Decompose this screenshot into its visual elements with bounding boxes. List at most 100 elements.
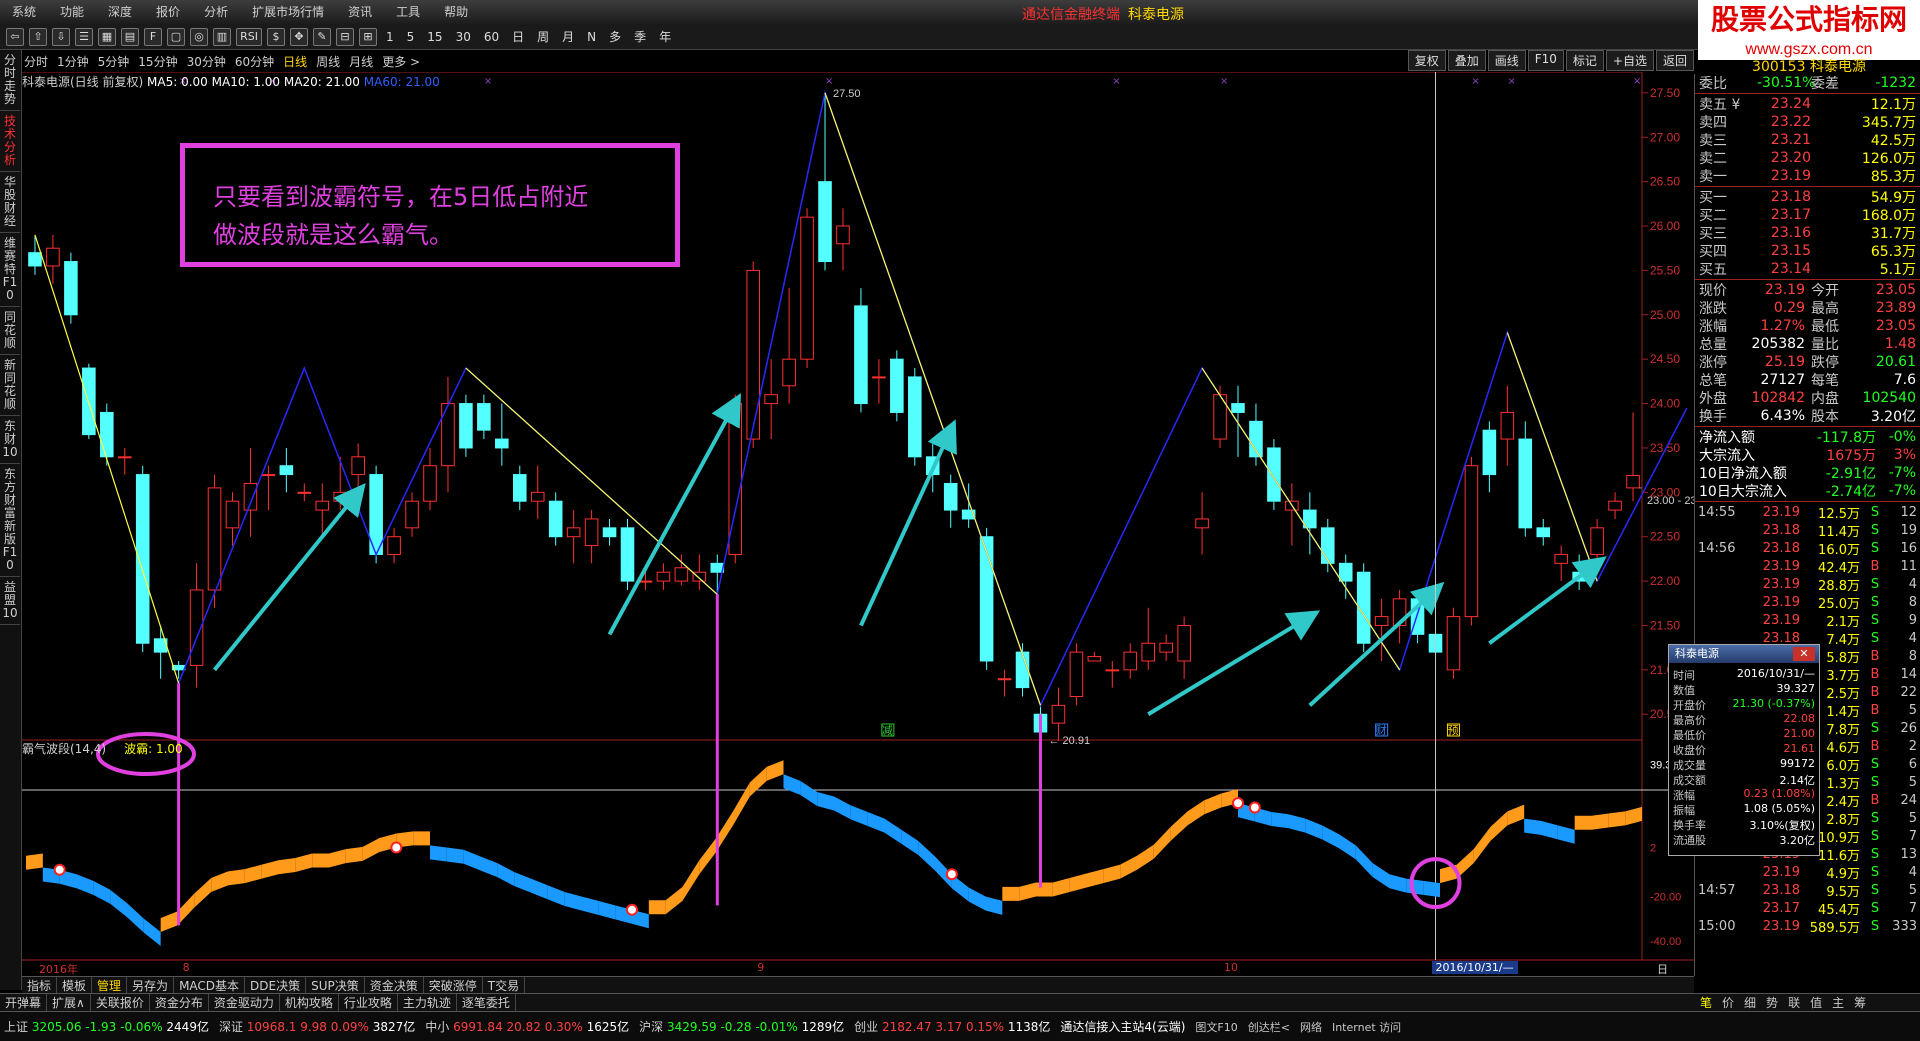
- chart-button-2[interactable]: 画线: [1487, 50, 1526, 71]
- minute-period-15[interactable]: 15: [423, 30, 446, 44]
- back-icon[interactable]: ⇦: [6, 27, 24, 46]
- menu-item-0[interactable]: 系统: [0, 0, 48, 24]
- f10-icon[interactable]: ⊞: [359, 27, 377, 46]
- quote-tab-2[interactable]: 细: [1744, 994, 1756, 1011]
- indicator-tab-2[interactable]: 管理: [92, 977, 128, 994]
- grid-icon[interactable]: ▦: [98, 27, 116, 46]
- left-tab-8[interactable]: 益盟10: [0, 577, 20, 625]
- menu-item-6[interactable]: 资讯: [336, 0, 384, 24]
- stack-icon[interactable]: ▥: [213, 27, 231, 46]
- quote-tab-5[interactable]: 值: [1810, 994, 1822, 1011]
- indicator-tab-0[interactable]: 指标: [22, 977, 58, 994]
- quote-tab-6[interactable]: 主: [1832, 994, 1844, 1011]
- period-tab-1[interactable]: 1分钟: [57, 53, 89, 70]
- quote-tab-3[interactable]: 势: [1766, 994, 1778, 1011]
- index-1[interactable]: 深证 10968.1 9.98 0.09% 3827亿: [219, 1018, 415, 1035]
- chart-button-5[interactable]: +自选: [1605, 50, 1654, 71]
- menu-item-8[interactable]: 帮助: [432, 0, 480, 24]
- indicator-tab-5[interactable]: DDE决策: [245, 977, 307, 994]
- chart-button-0[interactable]: 复权: [1407, 50, 1446, 71]
- window-icon[interactable]: ▢: [167, 27, 185, 46]
- period-tab-3[interactable]: 15分钟: [138, 53, 177, 70]
- period-button-4[interactable]: 多: [605, 28, 625, 45]
- chart-button-1[interactable]: 叠加: [1447, 50, 1486, 71]
- index-3[interactable]: 沪深 3429.59 -0.28 -0.01% 1289亿: [639, 1018, 844, 1035]
- period-tab-5[interactable]: 60分钟: [235, 53, 274, 70]
- status-right-1[interactable]: 创达栏<: [1248, 1019, 1290, 1035]
- quote-tab-7[interactable]: 筹: [1854, 994, 1866, 1011]
- dollar-icon[interactable]: $: [267, 27, 285, 46]
- rsi-icon[interactable]: RSI: [236, 27, 262, 46]
- left-tab-7[interactable]: 东方财富新版F10: [0, 464, 20, 577]
- menu-item-5[interactable]: 扩展市场行情: [240, 0, 336, 24]
- up-icon[interactable]: ⇧: [29, 27, 47, 46]
- move-icon[interactable]: ✥: [290, 27, 308, 46]
- period-button-1[interactable]: 周: [533, 28, 553, 45]
- menu-item-4[interactable]: 分析: [192, 0, 240, 24]
- period-tab-0[interactable]: 分时: [24, 53, 48, 70]
- chart-button-4[interactable]: 标记: [1565, 50, 1604, 71]
- left-tab-0[interactable]: 分时走势: [0, 50, 20, 111]
- info-popup[interactable]: 科泰电源 ✕ 时间 2016/10/31/— 数值 39.327 开盘价 21.30 (-…: [1668, 644, 1820, 856]
- menu-item-2[interactable]: 深度: [96, 0, 144, 24]
- period-tab-7[interactable]: 周线: [316, 53, 340, 70]
- index-4[interactable]: 创业 2182.47 3.17 0.15% 1138亿: [854, 1018, 1050, 1035]
- target-icon[interactable]: ◎: [190, 27, 208, 46]
- minute-period-5[interactable]: 5: [403, 30, 419, 44]
- period-tab-4[interactable]: 30分钟: [187, 53, 226, 70]
- fs-icon[interactable]: ⊟: [336, 27, 354, 46]
- indicator-tab-6[interactable]: SUP决策: [306, 977, 365, 994]
- function-tab-0[interactable]: 开弹幕: [0, 994, 48, 1011]
- minute-period-60[interactable]: 60: [480, 30, 503, 44]
- function-tab-8[interactable]: 逐笔委托: [457, 994, 516, 1011]
- pen-icon[interactable]: ✎: [313, 27, 331, 46]
- period-tab-9[interactable]: 更多 >: [382, 53, 420, 70]
- popup-title-bar[interactable]: 科泰电源 ✕: [1669, 645, 1819, 663]
- quote-tab-1[interactable]: 价: [1722, 994, 1734, 1011]
- f-icon[interactable]: F: [144, 27, 162, 46]
- index-0[interactable]: 上证 3205.06 -1.93 -0.06% 2449亿: [4, 1018, 209, 1035]
- left-tab-1[interactable]: 技术分析: [0, 111, 20, 172]
- period-tab-8[interactable]: 月线: [349, 53, 373, 70]
- indicator-tab-9[interactable]: T交易: [483, 977, 526, 994]
- indicator-tab-4[interactable]: MACD基本: [174, 977, 246, 994]
- minute-period-1[interactable]: 1: [382, 30, 398, 44]
- period-button-3[interactable]: N: [583, 30, 600, 44]
- chart-button-6[interactable]: 返回: [1655, 50, 1694, 71]
- left-tab-2[interactable]: 华股财经: [0, 172, 20, 233]
- quote-tab-0[interactable]: 笔: [1700, 994, 1712, 1011]
- indicator-tab-1[interactable]: 模板: [57, 977, 93, 994]
- function-tab-1[interactable]: 扩展∧: [47, 994, 91, 1011]
- function-tab-4[interactable]: 资金驱动力: [209, 994, 280, 1011]
- status-right-0[interactable]: 图文F10: [1195, 1019, 1237, 1035]
- indicator-tab-8[interactable]: 突破涨停: [424, 977, 483, 994]
- period-button-5[interactable]: 季: [630, 28, 650, 45]
- period-button-6[interactable]: 年: [655, 28, 675, 45]
- indicator-tab-3[interactable]: 另存为: [127, 977, 175, 994]
- period-button-0[interactable]: 日: [508, 28, 528, 45]
- menu-item-1[interactable]: 功能: [48, 0, 96, 24]
- period-tab-6[interactable]: 日线: [283, 53, 307, 70]
- indicator-tab-7[interactable]: 资金决策: [365, 977, 424, 994]
- function-tab-7[interactable]: 主力轨迹: [398, 994, 457, 1011]
- close-icon[interactable]: ✕: [1793, 647, 1815, 661]
- period-button-2[interactable]: 月: [558, 28, 578, 45]
- left-tab-4[interactable]: 同花顺: [0, 307, 20, 355]
- index-2[interactable]: 中小 6991.84 20.82 0.30% 1625亿: [425, 1018, 629, 1035]
- left-tab-3[interactable]: 维赛特F10: [0, 233, 20, 307]
- function-tab-2[interactable]: 关联报价: [91, 994, 150, 1011]
- menu-item-3[interactable]: 报价: [144, 0, 192, 24]
- down-icon[interactable]: ⇩: [52, 27, 70, 46]
- menu-item-7[interactable]: 工具: [384, 0, 432, 24]
- left-tab-6[interactable]: 东财10: [0, 416, 20, 464]
- minute-period-30[interactable]: 30: [452, 30, 475, 44]
- period-tab-2[interactable]: 5分钟: [98, 53, 130, 70]
- function-tab-6[interactable]: 行业攻略: [339, 994, 398, 1011]
- left-tab-5[interactable]: 新同花顺: [0, 355, 20, 416]
- chart-icon[interactable]: ▤: [121, 27, 139, 46]
- function-tab-5[interactable]: 机构攻略: [280, 994, 339, 1011]
- function-tab-3[interactable]: 资金分布: [150, 994, 209, 1011]
- quote-tab-4[interactable]: 联: [1788, 994, 1800, 1011]
- list-icon[interactable]: ☰: [75, 27, 93, 46]
- chart-button-3[interactable]: F10: [1527, 50, 1564, 71]
